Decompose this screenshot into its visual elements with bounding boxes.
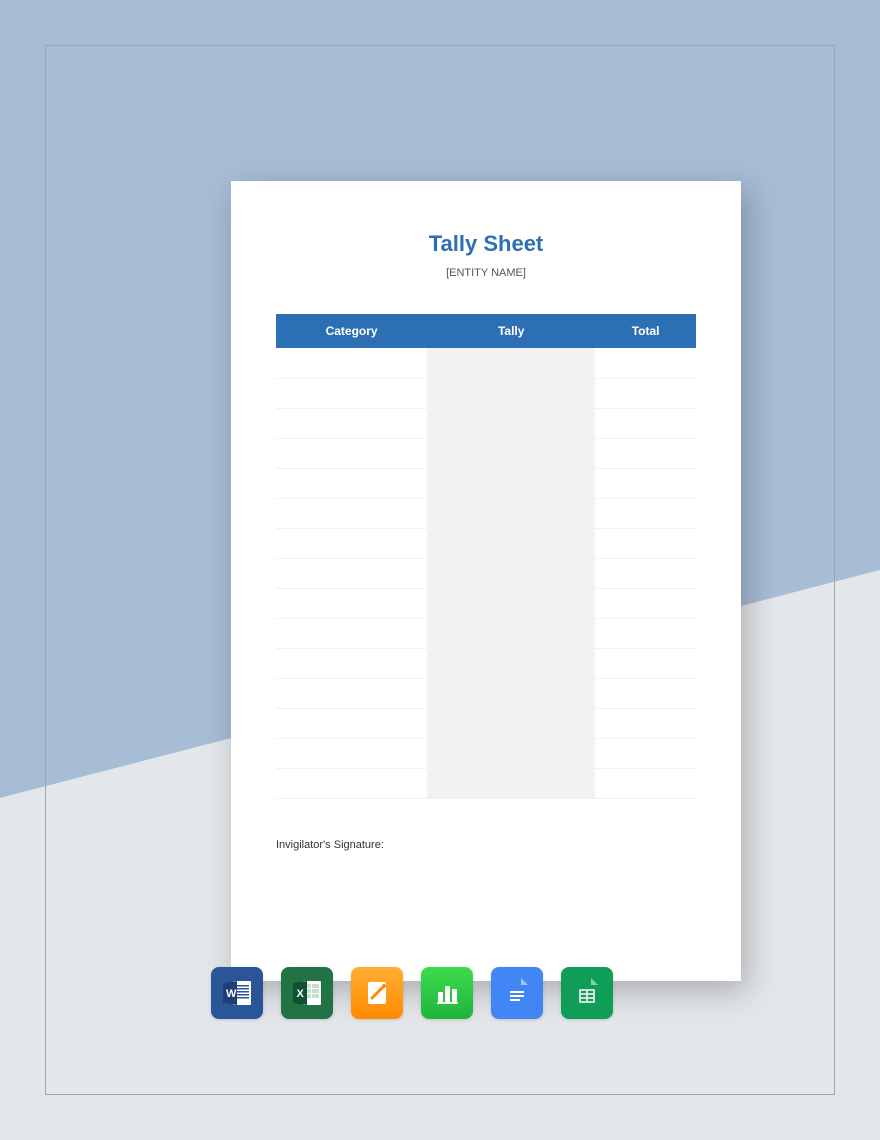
table-row: [276, 678, 696, 708]
table-row: [276, 708, 696, 738]
table-row: [276, 738, 696, 768]
table-row: [276, 348, 696, 378]
excel-icon[interactable]: X: [281, 967, 333, 1019]
table-row: [276, 618, 696, 648]
table-header-row: Category Tally Total: [276, 314, 696, 348]
document-page: Tally Sheet [ENTITY NAME] Category Tally…: [231, 181, 741, 981]
pages-icon[interactable]: [351, 967, 403, 1019]
preview-frame: Tally Sheet [ENTITY NAME] Category Tally…: [45, 45, 835, 1095]
tally-table: Category Tally Total: [276, 314, 696, 799]
column-header-total: Total: [595, 314, 696, 348]
table-body: [276, 348, 696, 798]
sheets-icon[interactable]: [561, 967, 613, 1019]
table-row: [276, 408, 696, 438]
numbers-icon[interactable]: [421, 967, 473, 1019]
table-row: [276, 528, 696, 558]
table-row: [276, 498, 696, 528]
table-row: [276, 378, 696, 408]
page-subtitle: [ENTITY NAME]: [276, 267, 696, 279]
word-icon[interactable]: W: [211, 967, 263, 1019]
table-row: [276, 648, 696, 678]
table-row: [276, 768, 696, 798]
signature-label: Invigilator's Signature:: [276, 839, 696, 851]
svg-text:W: W: [226, 988, 237, 1000]
svg-text:X: X: [297, 988, 305, 1000]
docs-icon[interactable]: [491, 967, 543, 1019]
table-row: [276, 558, 696, 588]
column-header-category: Category: [276, 314, 427, 348]
table-row: [276, 438, 696, 468]
table-row: [276, 588, 696, 618]
column-header-tally: Tally: [427, 314, 595, 348]
format-icon-row: W X: [211, 967, 613, 1019]
table-row: [276, 468, 696, 498]
page-title: Tally Sheet: [276, 231, 696, 257]
